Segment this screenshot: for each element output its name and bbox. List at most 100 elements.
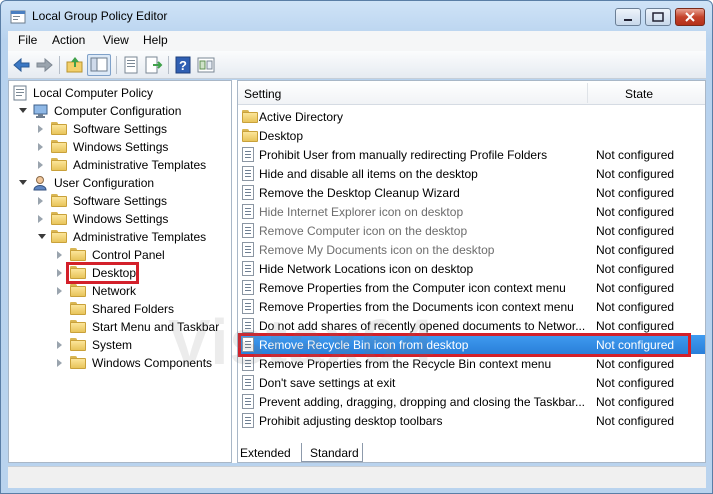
setting-name: Do not add shares of recently opened doc…: [259, 319, 586, 333]
collapsed-arrow-icon[interactable]: [57, 287, 62, 295]
policy-setting-icon: [242, 280, 254, 295]
collapsed-arrow-icon[interactable]: [38, 161, 43, 169]
title-bar[interactable]: Local Group Policy Editor: [1, 1, 712, 31]
expanded-arrow-icon[interactable]: [38, 234, 46, 239]
table-row[interactable]: Prohibit User from manually redirecting …: [238, 145, 705, 164]
column-header-setting[interactable]: Setting: [244, 87, 281, 101]
tree-label: Administrative Templates: [73, 158, 207, 172]
list-folder-row[interactable]: Desktop: [238, 126, 705, 145]
tab-extended[interactable]: Extended: [237, 443, 295, 462]
setting-name: Remove Properties from the Recycle Bin c…: [259, 357, 552, 371]
setting-name: Hide Internet Explorer icon on desktop: [259, 205, 464, 219]
policy-setting-icon: [242, 413, 254, 428]
table-row[interactable]: Prevent adding, dragging, dropping and c…: [238, 392, 705, 411]
tree-label: Windows Components: [92, 356, 213, 370]
setting-name: Remove Computer icon on the desktop: [259, 224, 468, 238]
setting-name: Remove Properties from the Documents ico…: [259, 300, 574, 314]
tree-label: Local Computer Policy: [33, 86, 154, 100]
table-row[interactable]: Remove My Documents icon on the desktop …: [238, 240, 705, 259]
setting-name: Prohibit User from manually redirecting …: [259, 148, 548, 162]
export-list-icon[interactable]: [143, 55, 163, 75]
user-icon: [33, 176, 47, 191]
folder-icon: [70, 320, 86, 333]
collapsed-arrow-icon[interactable]: [57, 341, 62, 349]
status-bar: [8, 466, 706, 488]
tree-label: Computer Configuration: [54, 104, 182, 118]
setting-state: Not configured: [596, 395, 675, 409]
expanded-arrow-icon[interactable]: [19, 108, 27, 113]
collapsed-arrow-icon[interactable]: [38, 197, 43, 205]
column-divider[interactable]: [587, 83, 588, 103]
settings-list[interactable]: Setting State Active Directory Desktop P…: [237, 80, 706, 463]
tab-standard[interactable]: Standard: [301, 443, 363, 462]
folder-icon: [51, 212, 67, 225]
selected-row-highlight-box: [238, 333, 691, 357]
folder-icon: [51, 122, 67, 135]
menu-help[interactable]: Help: [143, 33, 168, 47]
setting-name: Remove the Desktop Cleanup Wizard: [259, 186, 460, 200]
window-title: Local Group Policy Editor: [32, 9, 168, 23]
collapsed-arrow-icon[interactable]: [38, 143, 43, 151]
policy-setting-icon: [242, 299, 254, 314]
collapsed-arrow-icon[interactable]: [57, 359, 62, 367]
show-hide-tree-button[interactable]: [87, 54, 111, 76]
setting-state: Not configured: [596, 224, 675, 238]
menu-file[interactable]: File: [18, 33, 37, 47]
folder-icon: [51, 230, 67, 243]
menu-view[interactable]: View: [103, 33, 129, 47]
console-tree-icon: [90, 57, 108, 72]
setting-state: Not configured: [596, 243, 675, 257]
policy-setting-icon: [242, 242, 254, 257]
maximize-button[interactable]: [645, 8, 671, 26]
folder-icon: [242, 110, 258, 123]
policy-setting-icon: [242, 356, 254, 371]
menu-action[interactable]: Action: [52, 33, 85, 47]
collapsed-arrow-icon[interactable]: [57, 251, 62, 259]
policy-setting-icon: [242, 318, 254, 333]
filter-icon[interactable]: [196, 55, 216, 75]
collapsed-arrow-icon[interactable]: [38, 215, 43, 223]
folder-icon: [70, 302, 86, 315]
tree-label: Control Panel: [92, 248, 165, 262]
setting-state: Not configured: [596, 319, 675, 333]
policy-setting-icon: [242, 204, 254, 219]
back-arrow-icon[interactable]: [12, 55, 32, 75]
column-header-state[interactable]: State: [625, 87, 653, 101]
table-row[interactable]: Hide and disable all items on the deskto…: [238, 164, 705, 183]
policy-setting-icon: [242, 185, 254, 200]
tree-label: Windows Settings: [73, 212, 169, 226]
content-area: Local Computer Policy Computer Configura…: [8, 80, 706, 463]
computer-icon: [33, 104, 48, 118]
group-policy-icon: [10, 10, 26, 24]
table-row[interactable]: Remove Properties from the Documents ico…: [238, 297, 705, 316]
minimize-icon: [624, 19, 632, 21]
setting-state: Not configured: [596, 281, 675, 295]
collapsed-arrow-icon[interactable]: [57, 269, 62, 277]
list-folder-row[interactable]: Active Directory: [238, 107, 705, 126]
up-folder-icon[interactable]: [65, 55, 85, 75]
help-icon[interactable]: ?: [173, 55, 193, 75]
table-row[interactable]: Remove the Desktop Cleanup Wizard Not co…: [238, 183, 705, 202]
minimize-button[interactable]: [615, 8, 641, 26]
setting-state: Not configured: [596, 262, 675, 276]
collapsed-arrow-icon[interactable]: [38, 125, 43, 133]
policy-setting-icon: [242, 261, 254, 276]
table-row[interactable]: Prohibit adjusting desktop toolbars Not …: [238, 411, 705, 430]
table-row[interactable]: Don't save settings at exit Not configur…: [238, 373, 705, 392]
expanded-arrow-icon[interactable]: [19, 180, 27, 185]
policy-setting-icon: [242, 166, 254, 181]
table-row[interactable]: Hide Network Locations icon on desktop N…: [238, 259, 705, 278]
console-tree[interactable]: Local Computer Policy Computer Configura…: [8, 80, 232, 463]
setting-name: Remove My Documents icon on the desktop: [259, 243, 495, 257]
close-button[interactable]: [675, 8, 705, 26]
setting-state: Not configured: [596, 167, 675, 181]
policy-setting-icon: [242, 394, 254, 409]
table-row[interactable]: Remove Computer icon on the desktop Not …: [238, 221, 705, 240]
policy-setting-icon: [242, 147, 254, 162]
table-row[interactable]: Remove Properties from the Computer icon…: [238, 278, 705, 297]
tree-label: Software Settings: [73, 194, 168, 208]
properties-icon[interactable]: [121, 55, 141, 75]
forward-arrow-icon[interactable]: [34, 55, 54, 75]
setting-name: Remove Properties from the Computer icon…: [259, 281, 566, 295]
table-row[interactable]: Hide Internet Explorer icon on desktop N…: [238, 202, 705, 221]
